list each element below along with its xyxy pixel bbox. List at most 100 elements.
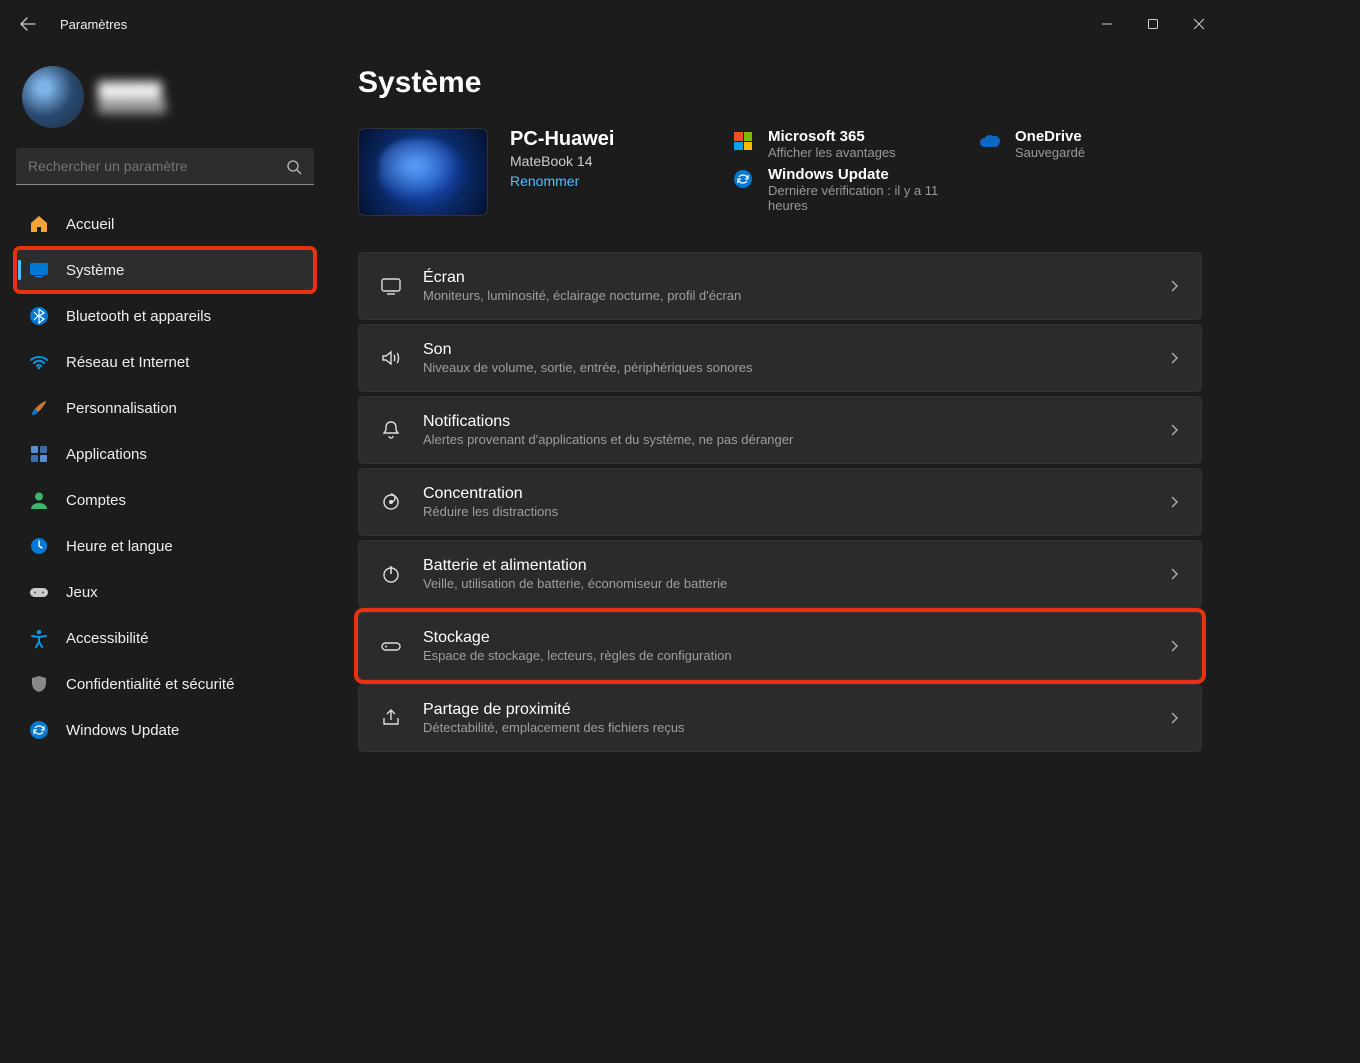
sidebar-item-label: Jeux bbox=[66, 584, 98, 601]
sidebar-item-home[interactable]: Accueil bbox=[16, 203, 314, 245]
profile-email: ████████ bbox=[98, 99, 166, 113]
sidebar-item-label: Applications bbox=[66, 446, 147, 463]
sidebar-item-windows-update[interactable]: Windows Update bbox=[16, 709, 314, 751]
chevron-right-icon bbox=[1167, 495, 1181, 509]
setting-storage[interactable]: Stockage Espace de stockage, lecteurs, r… bbox=[358, 612, 1202, 680]
back-icon bbox=[20, 16, 36, 32]
sidebar-item-time-language[interactable]: Heure et langue bbox=[16, 525, 314, 567]
clock-globe-icon bbox=[28, 535, 50, 557]
sound-icon bbox=[379, 346, 403, 370]
back-button[interactable] bbox=[8, 4, 48, 44]
share-icon bbox=[379, 706, 403, 730]
status-microsoft-365[interactable]: Microsoft 365 Afficher les avantages bbox=[732, 128, 955, 160]
titlebar: Paramètres bbox=[0, 0, 1230, 48]
rename-link[interactable]: Renommer bbox=[510, 173, 710, 189]
status-windows-update[interactable]: Windows Update Dernière vérification : i… bbox=[732, 166, 955, 213]
gamepad-icon bbox=[28, 581, 50, 603]
profile-section[interactable]: ██████ ████████ bbox=[16, 58, 314, 148]
profile-name: ██████ bbox=[98, 82, 166, 99]
system-icon bbox=[28, 259, 50, 281]
focus-icon bbox=[379, 490, 403, 514]
sidebar-item-label: Heure et langue bbox=[66, 538, 173, 555]
search-box[interactable] bbox=[16, 148, 314, 185]
sidebar-item-bluetooth[interactable]: Bluetooth et appareils bbox=[16, 295, 314, 337]
setting-title: Stockage bbox=[423, 629, 1147, 647]
maximize-button[interactable] bbox=[1130, 8, 1176, 40]
sidebar-item-accessibility[interactable]: Accessibilité bbox=[16, 617, 314, 659]
sidebar-item-label: Accessibilité bbox=[66, 630, 149, 647]
accessibility-icon bbox=[28, 627, 50, 649]
display-icon bbox=[379, 274, 403, 298]
shield-icon bbox=[28, 673, 50, 695]
brush-icon bbox=[28, 397, 50, 419]
maximize-icon bbox=[1147, 18, 1159, 30]
setting-sub: Réduire les distractions bbox=[423, 504, 1147, 519]
setting-focus[interactable]: Concentration Réduire les distractions bbox=[358, 468, 1202, 536]
sidebar-item-label: Windows Update bbox=[66, 722, 179, 739]
setting-title: Son bbox=[423, 341, 1147, 359]
sidebar-item-privacy[interactable]: Confidentialité et sécurité bbox=[16, 663, 314, 705]
sidebar: ██████ ████████ Accueil Système bbox=[0, 48, 330, 962]
microsoft-365-icon bbox=[732, 130, 754, 152]
page-title: Système bbox=[358, 66, 1202, 100]
setting-power[interactable]: Batterie et alimentation Veille, utilisa… bbox=[358, 540, 1202, 608]
chevron-right-icon bbox=[1167, 639, 1181, 653]
storage-icon bbox=[379, 634, 403, 658]
chevron-right-icon bbox=[1167, 423, 1181, 437]
device-name: PC-Huawei bbox=[510, 128, 710, 151]
sidebar-item-network[interactable]: Réseau et Internet bbox=[16, 341, 314, 383]
settings-list: Écran Moniteurs, luminosité, éclairage n… bbox=[358, 252, 1202, 752]
app-title: Paramètres bbox=[60, 17, 127, 32]
search-input[interactable] bbox=[16, 148, 314, 185]
sidebar-item-gaming[interactable]: Jeux bbox=[16, 571, 314, 613]
chevron-right-icon bbox=[1167, 711, 1181, 725]
minimize-icon bbox=[1101, 18, 1113, 30]
device-section: PC-Huawei MateBook 14 Renommer Microsoft… bbox=[358, 128, 1202, 216]
device-model: MateBook 14 bbox=[510, 153, 710, 169]
setting-sub: Espace de stockage, lecteurs, règles de … bbox=[423, 648, 1147, 663]
setting-sound[interactable]: Son Niveaux de volume, sortie, entrée, p… bbox=[358, 324, 1202, 392]
setting-sub: Niveaux de volume, sortie, entrée, périp… bbox=[423, 360, 1147, 375]
sidebar-item-accounts[interactable]: Comptes bbox=[16, 479, 314, 521]
device-thumbnail[interactable] bbox=[358, 128, 488, 216]
setting-title: Partage de proximité bbox=[423, 701, 1147, 719]
sidebar-item-label: Système bbox=[66, 262, 124, 279]
nav-list: Accueil Système Bluetooth et appareils R… bbox=[16, 203, 314, 751]
power-icon bbox=[379, 562, 403, 586]
minimize-button[interactable] bbox=[1084, 8, 1130, 40]
setting-nearby-sharing[interactable]: Partage de proximité Détectabilité, empl… bbox=[358, 684, 1202, 752]
home-icon bbox=[28, 213, 50, 235]
bell-icon bbox=[379, 418, 403, 442]
setting-display[interactable]: Écran Moniteurs, luminosité, éclairage n… bbox=[358, 252, 1202, 320]
setting-title: Batterie et alimentation bbox=[423, 557, 1147, 575]
setting-sub: Détectabilité, emplacement des fichiers … bbox=[423, 720, 1147, 735]
sidebar-item-label: Comptes bbox=[66, 492, 126, 509]
sidebar-item-label: Bluetooth et appareils bbox=[66, 308, 211, 325]
sync-icon bbox=[28, 719, 50, 741]
setting-sub: Veille, utilisation de batterie, économi… bbox=[423, 576, 1147, 591]
sidebar-item-personalization[interactable]: Personnalisation bbox=[16, 387, 314, 429]
status-sub: Sauvegardé bbox=[1015, 145, 1085, 160]
chevron-right-icon bbox=[1167, 279, 1181, 293]
sidebar-item-system[interactable]: Système bbox=[16, 249, 314, 291]
search-icon bbox=[286, 159, 302, 175]
status-sub: Dernière vérification : il y a 11 heures bbox=[768, 183, 955, 213]
sidebar-item-label: Confidentialité et sécurité bbox=[66, 676, 234, 693]
status-title: OneDrive bbox=[1015, 128, 1085, 145]
sidebar-item-label: Réseau et Internet bbox=[66, 354, 189, 371]
apps-icon bbox=[28, 443, 50, 465]
chevron-right-icon bbox=[1167, 351, 1181, 365]
setting-notifications[interactable]: Notifications Alertes provenant d'applic… bbox=[358, 396, 1202, 464]
setting-sub: Alertes provenant d'applications et du s… bbox=[423, 432, 1147, 447]
sidebar-item-apps[interactable]: Applications bbox=[16, 433, 314, 475]
onedrive-icon bbox=[979, 130, 1001, 152]
sidebar-item-label: Personnalisation bbox=[66, 400, 177, 417]
setting-title: Concentration bbox=[423, 485, 1147, 503]
person-icon bbox=[28, 489, 50, 511]
close-button[interactable] bbox=[1176, 8, 1222, 40]
content: Système PC-Huawei MateBook 14 Renommer M… bbox=[330, 48, 1230, 962]
status-onedrive[interactable]: OneDrive Sauvegardé bbox=[979, 128, 1202, 160]
setting-title: Écran bbox=[423, 269, 1147, 287]
window-controls bbox=[1084, 8, 1222, 40]
device-info: PC-Huawei MateBook 14 Renommer bbox=[510, 128, 710, 189]
